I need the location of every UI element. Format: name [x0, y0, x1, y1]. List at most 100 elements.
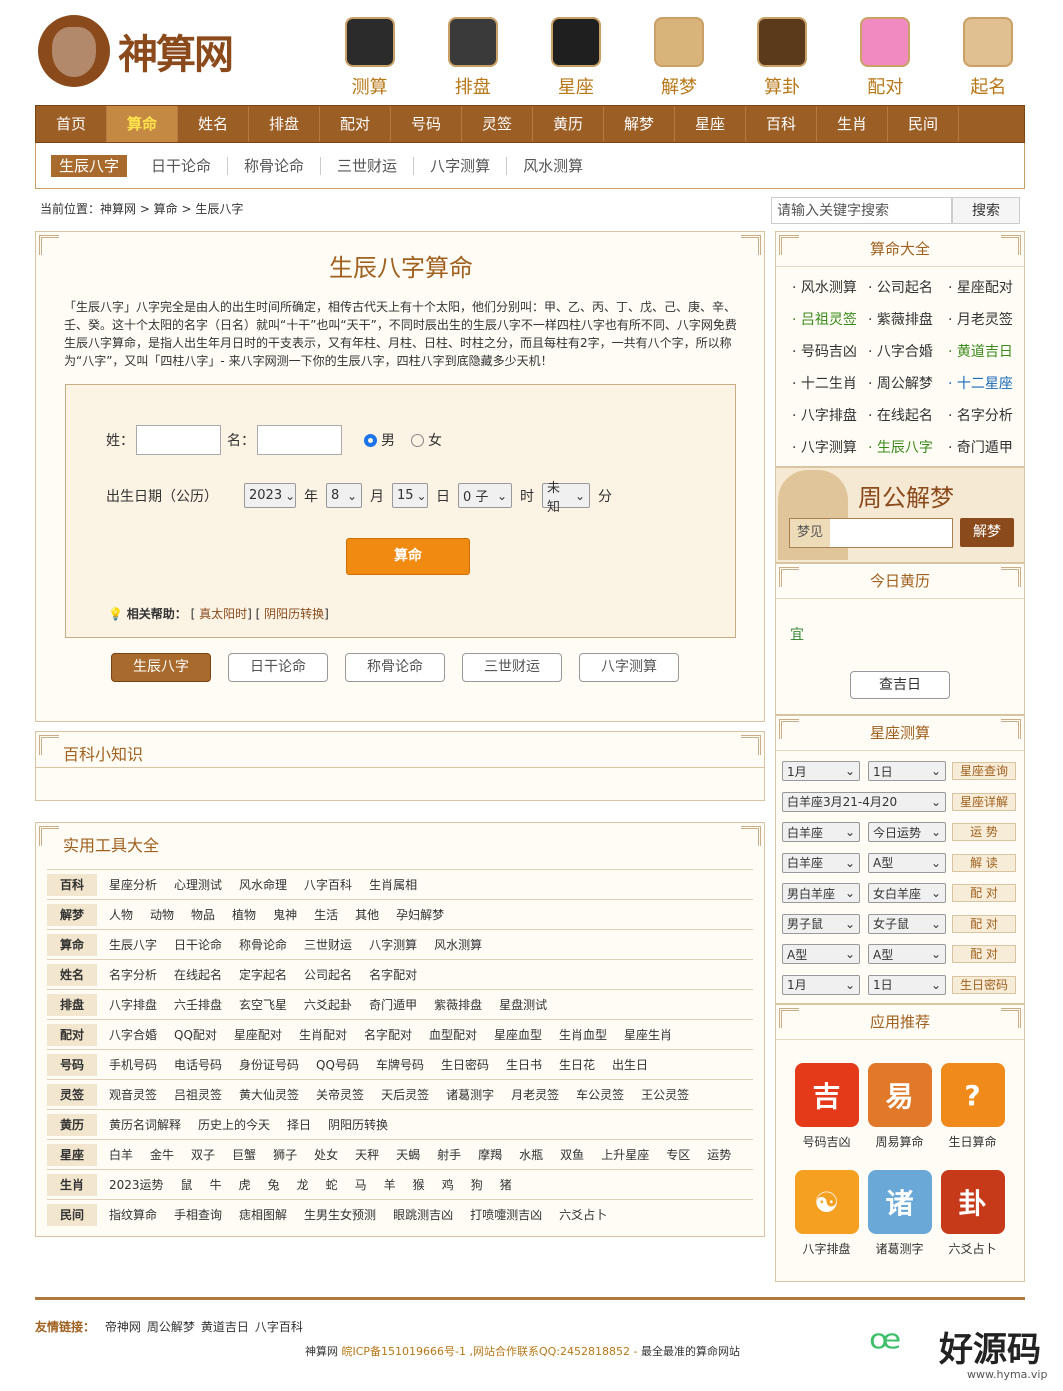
tool-link[interactable]: 名字分析	[109, 966, 157, 983]
bazi-tab-3[interactable]: 三世财运	[462, 653, 562, 682]
tool-link[interactable]: 月老灵签	[511, 1086, 559, 1103]
tool-link[interactable]: 眼跳测吉凶	[393, 1206, 453, 1223]
tool-link[interactable]: 出生日	[612, 1056, 648, 1073]
tool-link[interactable]: 打喷嚏测吉凶	[470, 1206, 542, 1223]
suanming-link[interactable]: 黄道吉日	[948, 341, 1022, 361]
tool-link[interactable]: 鸡	[442, 1176, 454, 1193]
male-radio[interactable]	[364, 433, 377, 447]
mainnav-item-12[interactable]: 民间	[888, 106, 959, 142]
suanming-link[interactable]: 号码吉凶	[792, 341, 868, 361]
dream-button[interactable]: 解梦	[960, 518, 1014, 547]
subnav-item-1[interactable]: 日干论命	[135, 156, 229, 175]
xingzuo-button[interactable]: 配 对	[952, 945, 1016, 963]
dream-input[interactable]: 梦见	[789, 518, 953, 548]
tool-link[interactable]: 生肖配对	[299, 1026, 347, 1043]
tool-link[interactable]: 动物	[150, 906, 174, 923]
suanming-link[interactable]: 周公解梦	[868, 373, 948, 393]
suanming-link[interactable]: 十二星座	[948, 373, 1022, 393]
xingzuo-select[interactable]: 1月	[782, 761, 860, 781]
tool-link[interactable]: 双子	[191, 1146, 215, 1163]
xingzuo-button[interactable]: 运 势	[952, 823, 1016, 841]
suanming-link[interactable]: 公司起名	[868, 277, 948, 297]
xingzuo-button[interactable]: 星座查询	[952, 762, 1016, 780]
bazi-tab-4[interactable]: 八字测算	[579, 653, 679, 682]
mainnav-item-6[interactable]: 灵签	[462, 106, 533, 142]
suanming-link[interactable]: 名字分析	[948, 405, 1022, 425]
tool-link[interactable]: 生日花	[559, 1056, 595, 1073]
tool-link[interactable]: 金牛	[150, 1146, 174, 1163]
tool-link[interactable]: 车牌号码	[376, 1056, 424, 1073]
tool-link[interactable]: 心理测试	[174, 876, 222, 893]
tool-link[interactable]: 称骨论命	[239, 936, 287, 953]
year-select[interactable]: 2023	[244, 483, 296, 508]
topnav-item-1[interactable]: 排盘	[421, 14, 524, 98]
tool-link[interactable]: 诸葛测字	[446, 1086, 494, 1103]
tool-link[interactable]: 天蝎	[396, 1146, 420, 1163]
tool-link[interactable]: 六爻占卜	[559, 1206, 607, 1223]
mainnav-item-2[interactable]: 姓名	[178, 106, 249, 142]
xingzuo-select[interactable]: 白羊座	[782, 852, 860, 873]
mainnav-item-5[interactable]: 号码	[391, 106, 462, 142]
topnav-item-5[interactable]: 配对	[834, 14, 937, 98]
tool-link[interactable]: 鬼神	[273, 906, 297, 923]
tool-link[interactable]: 八字排盘	[109, 996, 157, 1013]
xingzuo-select[interactable]: 女子鼠	[868, 913, 946, 934]
xingzuo-select[interactable]: 白羊座3月21-4月20	[782, 791, 946, 812]
suanming-link[interactable]: 生辰八字	[868, 437, 948, 457]
name-input[interactable]	[257, 425, 342, 455]
subnav-item-2[interactable]: 称骨论命	[228, 156, 322, 175]
tool-link[interactable]: 猴	[413, 1176, 425, 1193]
xingzuo-button[interactable]: 配 对	[952, 914, 1016, 933]
site-logo[interactable]: 神算网	[38, 14, 258, 88]
tool-link[interactable]: 定字起名	[239, 966, 287, 983]
tool-link[interactable]: 黄大仙灵签	[239, 1086, 299, 1103]
tool-link[interactable]: 六爻起卦	[304, 996, 352, 1013]
suanming-link[interactable]: 月老灵签	[948, 309, 1022, 329]
suanming-link[interactable]: 风水测算	[792, 277, 868, 297]
topnav-item-3[interactable]: 解梦	[627, 14, 730, 98]
xingzuo-select[interactable]: 男子鼠	[782, 913, 860, 934]
tool-link[interactable]: 风水命理	[239, 876, 287, 893]
tool-link[interactable]: 名字配对	[364, 1026, 412, 1043]
mainnav-item-8[interactable]: 解梦	[604, 106, 675, 142]
tool-link[interactable]: 八字百科	[304, 876, 352, 893]
icp-text[interactable]: 皖ICP备151019666号-1 ,网站合作联系QQ:2452818852 -	[342, 1345, 638, 1358]
friend-link[interactable]: 黄道吉日	[201, 1320, 249, 1334]
tool-link[interactable]: 阴阳历转换	[328, 1116, 388, 1133]
tool-link[interactable]: 观音灵签	[109, 1086, 157, 1103]
tool-link[interactable]: 玄空飞星	[239, 996, 287, 1013]
xingzuo-select[interactable]: 1月	[782, 974, 860, 995]
tool-link[interactable]: 孕妇解梦	[396, 906, 444, 923]
tool-link[interactable]: 电话号码	[174, 1056, 222, 1073]
app-item[interactable]: 卦六爻占卜	[936, 1170, 1009, 1257]
hour-select[interactable]: 0 子	[458, 483, 512, 508]
suanming-link[interactable]: 奇门遁甲	[948, 437, 1022, 457]
tool-link[interactable]: 生日书	[506, 1056, 542, 1073]
tool-link[interactable]: 狮子	[273, 1146, 297, 1163]
tool-link[interactable]: 日干论命	[174, 936, 222, 953]
tool-link[interactable]: 痣相图解	[239, 1206, 287, 1223]
suanming-link[interactable]: 八字合婚	[868, 341, 948, 361]
xingzuo-select[interactable]: 1日	[868, 761, 946, 781]
suanming-link[interactable]: 在线起名	[868, 405, 948, 425]
xingzuo-button[interactable]: 生日密码	[952, 975, 1016, 994]
xingzuo-button[interactable]: 配 对	[952, 884, 1016, 902]
tool-link[interactable]: 巨蟹	[232, 1146, 256, 1163]
tool-link[interactable]: 狗	[471, 1176, 483, 1193]
subnav-item-4[interactable]: 八字测算	[414, 156, 508, 175]
subnav-item-0[interactable]: 生辰八字	[51, 154, 128, 177]
tool-link[interactable]: 生辰八字	[109, 936, 157, 953]
tool-link[interactable]: 吕祖灵签	[174, 1086, 222, 1103]
tool-link[interactable]: 专区	[666, 1146, 690, 1163]
tool-link[interactable]: 紫薇排盘	[434, 996, 482, 1013]
tool-link[interactable]: 八字测算	[369, 936, 417, 953]
tool-link[interactable]: 六壬排盘	[174, 996, 222, 1013]
day-select[interactable]: 15	[392, 483, 428, 508]
tool-link[interactable]: 黄历名词解释	[109, 1116, 181, 1133]
tool-link[interactable]: 星座分析	[109, 876, 157, 893]
tool-link[interactable]: 历史上的今天	[198, 1116, 270, 1133]
tool-link[interactable]: 车公灵签	[576, 1086, 624, 1103]
tool-link[interactable]: 物品	[191, 906, 215, 923]
suanming-link[interactable]: 紫薇排盘	[868, 309, 948, 329]
tool-link[interactable]: 王公灵签	[641, 1086, 689, 1103]
